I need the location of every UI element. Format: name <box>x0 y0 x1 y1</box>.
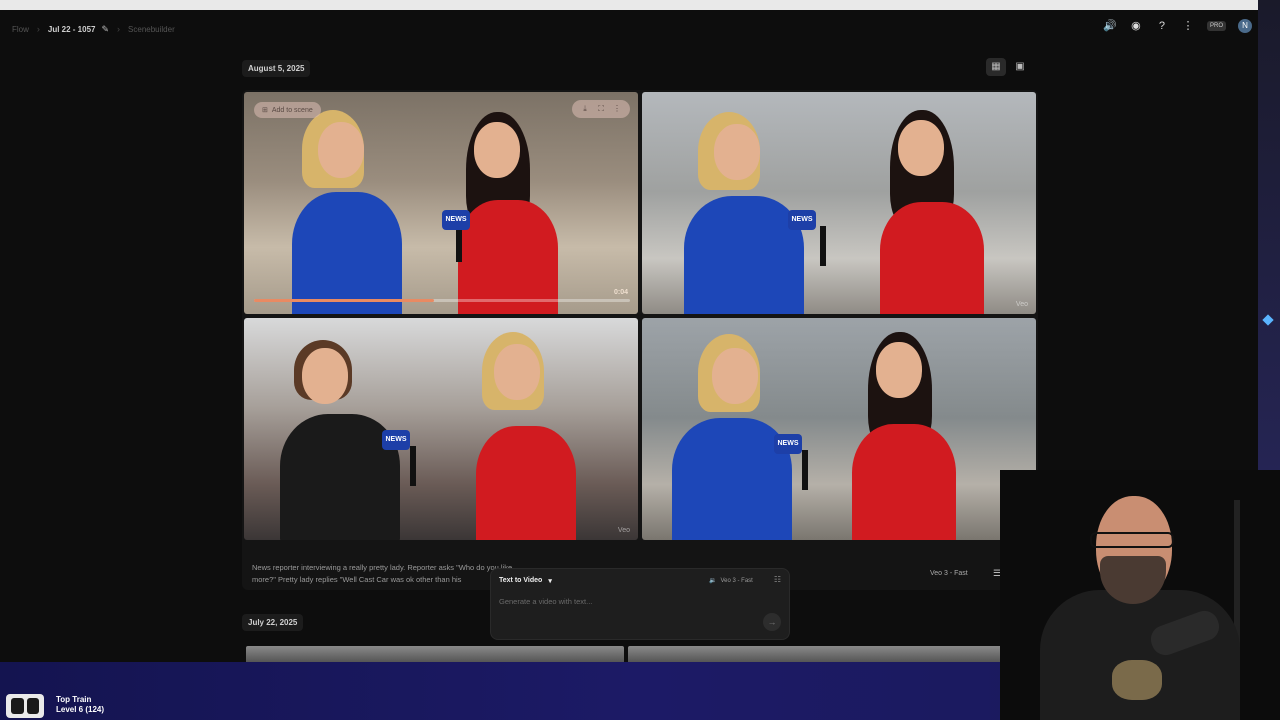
stream-logo <box>6 694 44 718</box>
settings-sliders-icon[interactable]: ☷ <box>774 575 781 584</box>
train-level: Level 6 (124) <box>56 705 105 714</box>
fullscreen-icon[interactable]: ⛶ <box>594 103 608 115</box>
chevron-down-icon: ▾ <box>548 578 552 585</box>
streamer-glasses <box>1090 532 1174 548</box>
avatar[interactable]: N <box>1238 19 1252 33</box>
video-tile[interactable]: NEWS ⊞ Add to scene ⤓ ⛶ ⋮ 0:04 <box>244 92 638 314</box>
video-timecode: 0:04 <box>613 289 628 296</box>
tile-toolbar: ⤓ ⛶ ⋮ <box>572 100 630 118</box>
view-toggle: ▦ ▣ <box>986 58 1030 76</box>
webcam-feed <box>1000 470 1280 720</box>
breadcrumb-page[interactable]: Scenebuilder <box>128 25 175 34</box>
diamond-icon <box>1262 314 1274 326</box>
shirt-graphic <box>1112 660 1162 700</box>
more-vertical-icon[interactable]: ⋮ <box>610 103 624 115</box>
interviewee-figure <box>476 426 576 540</box>
generation-card: NEWS ⊞ Add to scene ⤓ ⛶ ⋮ 0:04 NEWS Veo … <box>242 90 1038 590</box>
top-navigation: Flow › Jul 22 - 1057 ✎ › Scenebuilder 🔊 … <box>0 10 1258 48</box>
video-thumbnail[interactable] <box>246 646 624 662</box>
streamer-shirt <box>1040 590 1240 720</box>
video-thumbnail[interactable] <box>628 646 1006 662</box>
news-microphone: NEWS <box>774 434 802 454</box>
download-icon[interactable]: ⤓ <box>578 103 592 115</box>
reporter-figure <box>292 192 402 314</box>
edit-pencil-icon[interactable]: ✎ <box>101 24 109 35</box>
model-selector[interactable]: 🔉 Veo 3 - Fast <box>709 577 753 585</box>
more-vertical-icon[interactable]: ⋮ <box>1181 19 1195 33</box>
person-face <box>474 122 520 178</box>
pro-badge: PRO <box>1206 21 1226 31</box>
veo-watermark: Veo <box>617 527 630 534</box>
video-progress-fill <box>254 299 435 302</box>
grid-view-icon[interactable]: ▦ <box>986 58 1006 76</box>
mic-handle <box>410 446 416 486</box>
breadcrumb-root[interactable]: Flow <box>12 25 29 34</box>
person-face <box>318 122 364 178</box>
veo-watermark: Veo <box>1015 301 1028 308</box>
person-face <box>302 348 348 404</box>
video-tile[interactable]: NEWS Veo <box>642 92 1036 314</box>
single-view-icon[interactable]: ▣ <box>1010 58 1030 76</box>
mic-handle <box>802 450 808 490</box>
add-scene-icon: ⊞ <box>262 107 268 114</box>
news-microphone: NEWS <box>788 210 816 230</box>
send-arrow-icon[interactable]: → <box>763 613 781 631</box>
person-face <box>494 344 540 400</box>
interviewee-figure <box>458 200 558 314</box>
chevron-right-icon: › <box>36 24 40 34</box>
person-face <box>876 342 922 398</box>
person-face <box>714 124 760 180</box>
breadcrumb-project[interactable]: Jul 22 - 1057 <box>48 25 96 34</box>
volume-icon[interactable]: 🔊 <box>1103 19 1117 33</box>
interviewee-figure <box>852 424 956 540</box>
composer-model-label: Veo 3 - Fast <box>720 577 753 584</box>
discord-icon[interactable]: ◉ <box>1129 19 1143 33</box>
prompt-input[interactable] <box>499 597 749 606</box>
interviewee-figure <box>880 202 984 314</box>
person-face <box>712 348 758 404</box>
stream-train-info: Top Train Level 6 (124) <box>56 695 104 715</box>
chevron-right-icon: › <box>117 24 121 34</box>
mode-dropdown[interactable]: Text to Video ▾ <box>499 577 552 585</box>
add-to-scene-label: Add to scene <box>271 106 313 114</box>
add-to-scene-button[interactable]: ⊞ Add to scene <box>254 102 321 118</box>
browser-chrome <box>0 0 1280 10</box>
next-generation-preview <box>246 646 1006 662</box>
reporter-figure <box>684 196 804 314</box>
train-title: Top Train <box>56 695 92 704</box>
date-header: July 22, 2025 <box>242 614 304 631</box>
mic-handle <box>820 226 826 266</box>
date-header: August 5, 2025 <box>242 60 311 77</box>
person-face <box>898 120 944 176</box>
model-label: Veo 3 - Fast <box>930 570 968 577</box>
news-microphone: NEWS <box>382 430 410 450</box>
video-progress-bar[interactable] <box>254 299 630 302</box>
header-actions: 🔊 ◉ ? ⋮ PRO N <box>1103 19 1252 33</box>
help-icon[interactable]: ? <box>1155 19 1169 33</box>
prompt-composer: Text to Video ▾ 🔉 Veo 3 - Fast ☷ → <box>490 568 790 640</box>
news-microphone: NEWS <box>442 210 470 230</box>
speaker-icon: 🔉 <box>709 578 717 584</box>
video-tile[interactable]: NEWS Veo <box>244 318 638 540</box>
video-tile[interactable]: NEWS Veo <box>642 318 1036 540</box>
mode-label: Text to Video <box>499 577 543 584</box>
